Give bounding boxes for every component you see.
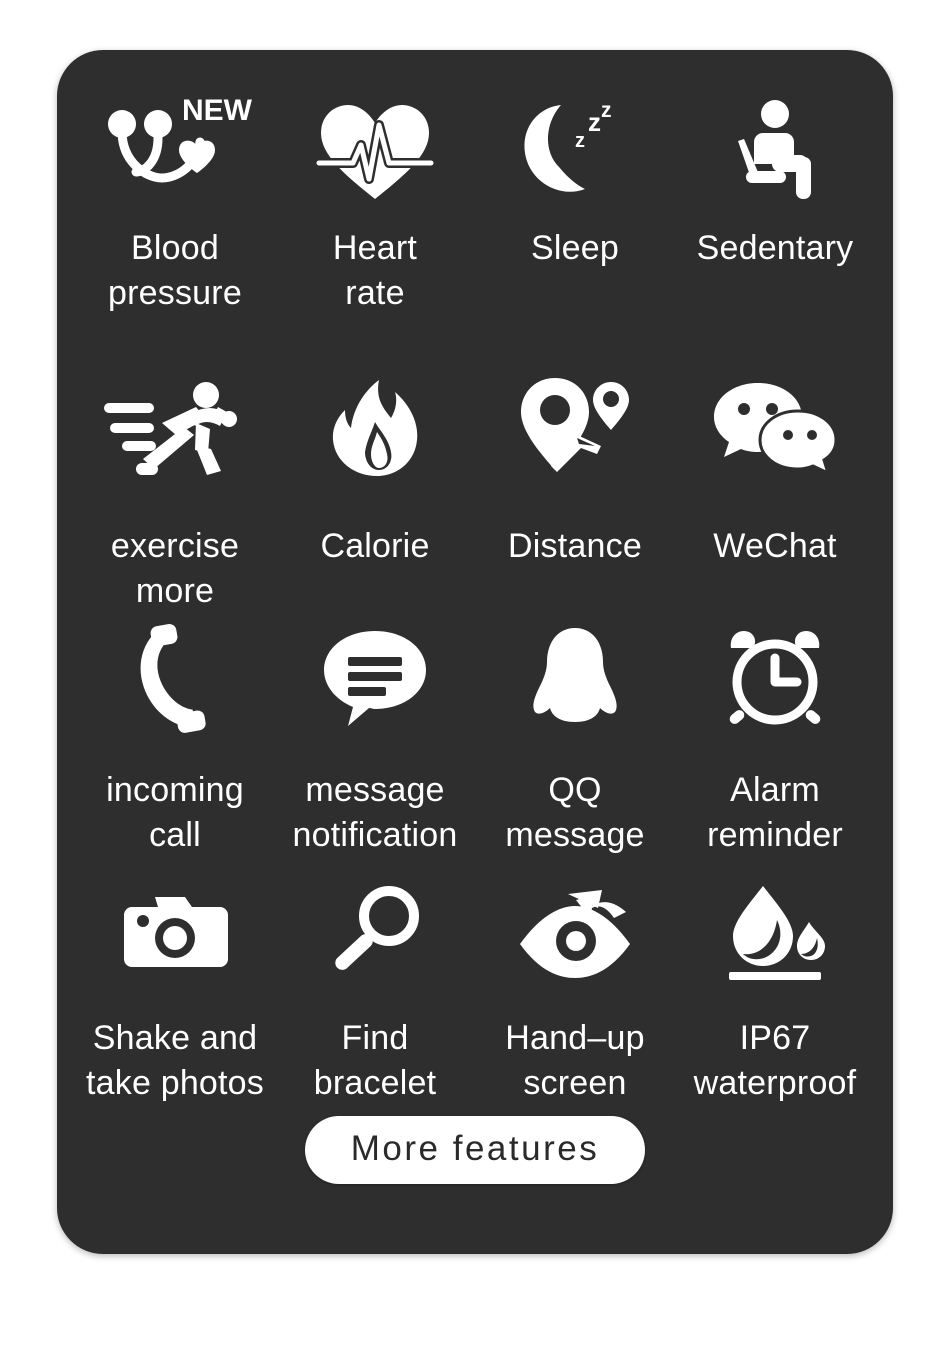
feature-item-message-notification[interactable]: message notification <box>275 620 475 876</box>
feature-label: Alarm reminder <box>707 771 843 854</box>
more-features-button[interactable]: More features <box>304 1116 646 1184</box>
feature-item-hand-up-screen[interactable]: Hand–up screen <box>475 876 675 1106</box>
feature-label: Shake and take photos <box>86 1019 264 1102</box>
product-feature-card-page: NEW Blood pressure Heart rate z z z Slee… <box>0 0 950 1345</box>
water-drop-icon <box>675 876 875 990</box>
feature-row: NEW Blood pressure Heart rate z z z Slee… <box>75 94 875 370</box>
feature-item-incoming-call[interactable]: incoming call <box>75 620 275 876</box>
feature-label: Sleep <box>531 229 619 267</box>
feature-row: exercise more Calorie Distance WeChat <box>75 370 875 620</box>
wechat-bubbles-icon <box>675 370 875 488</box>
feature-label: WeChat <box>713 527 837 565</box>
crescent-moon-zzz-icon: z z z <box>475 94 675 212</box>
feature-item-exercise-more[interactable]: exercise more <box>75 370 275 620</box>
feature-item-alarm-reminder[interactable]: Alarm reminder <box>675 620 875 876</box>
more-features-container: More features <box>57 1116 893 1184</box>
feature-item-wechat[interactable]: WeChat <box>675 370 875 620</box>
new-badge-text: NEW <box>182 94 253 127</box>
feature-label: exercise more <box>110 527 240 610</box>
feature-item-distance[interactable]: Distance <box>475 370 675 620</box>
magnifier-icon <box>275 876 475 990</box>
feature-item-blood-pressure[interactable]: NEW Blood pressure <box>75 94 275 370</box>
feature-label: IP67 waterproof <box>693 1019 857 1102</box>
camera-icon <box>75 876 275 990</box>
map-pin-route-icon <box>475 370 675 488</box>
message-bubble-icon <box>275 620 475 738</box>
feature-label: Heart rate <box>332 229 418 312</box>
feature-row: Shake and take photos Find bracelet Hand… <box>75 876 875 1106</box>
feature-label: Hand–up screen <box>505 1019 645 1102</box>
running-person-icon <box>75 370 275 488</box>
feature-item-ip67-waterproof[interactable]: IP67 waterproof <box>675 876 875 1106</box>
seated-person-icon <box>675 94 875 212</box>
eye-arrow-icon <box>475 876 675 990</box>
feature-label: Distance <box>508 527 642 565</box>
alarm-clock-icon <box>675 620 875 738</box>
feature-label: Find bracelet <box>313 1019 437 1102</box>
feature-item-sedentary[interactable]: Sedentary <box>675 94 875 370</box>
feature-label: incoming call <box>106 771 244 854</box>
feature-item-heart-rate[interactable]: Heart rate <box>275 94 475 370</box>
feature-item-sleep[interactable]: z z z Sleep <box>475 94 675 370</box>
svg-text:z: z <box>575 130 585 152</box>
svg-text:z: z <box>588 107 601 137</box>
feature-item-find-bracelet[interactable]: Find bracelet <box>275 876 475 1106</box>
feature-label: message notification <box>292 771 458 854</box>
feature-card: NEW Blood pressure Heart rate z z z Slee… <box>57 50 893 1254</box>
feature-label: QQ message <box>505 771 645 854</box>
heart-pulse-icon <box>275 94 475 212</box>
feature-row: incoming call message notification QQ me… <box>75 620 875 876</box>
feature-item-qq-message[interactable]: QQ message <box>475 620 675 876</box>
feature-label: Blood pressure <box>108 229 242 312</box>
stethoscope-heart-icon: NEW <box>75 94 275 212</box>
svg-text:z: z <box>601 99 612 122</box>
feature-grid: NEW Blood pressure Heart rate z z z Slee… <box>75 94 875 1106</box>
feature-item-shake-take-photos[interactable]: Shake and take photos <box>75 876 275 1106</box>
feature-label: Calorie <box>320 527 430 565</box>
feature-label: Sedentary <box>696 229 854 267</box>
phone-handset-icon <box>75 620 275 738</box>
qq-penguin-icon <box>475 620 675 738</box>
feature-item-calorie[interactable]: Calorie <box>275 370 475 620</box>
flame-icon <box>275 370 475 488</box>
